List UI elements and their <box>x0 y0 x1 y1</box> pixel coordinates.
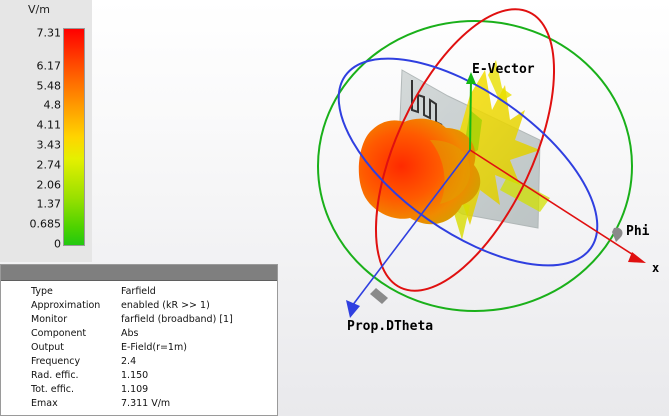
e-vector-label: E-Vector <box>472 62 535 77</box>
info-row-approximation: Approximation enabled (kR >> 1) <box>31 300 210 311</box>
legend-tick-label: 0 <box>54 237 61 251</box>
legend-tick-label: 4.8 <box>43 98 62 112</box>
legend-tick-label: 0.685 <box>29 217 62 231</box>
legend-tick-label: 2.74 <box>36 158 62 172</box>
legend-tick-label: 2.06 <box>36 178 62 192</box>
x-axis-label: x <box>652 261 659 275</box>
info-row-type: Type Farfield <box>31 286 156 297</box>
phi-label: Phi <box>626 224 650 239</box>
e-vector-arrow <box>469 79 472 151</box>
phi-marker-icon <box>612 227 623 242</box>
prop-theta-label: Prop.DTheta <box>347 319 433 334</box>
legend-tick-label: 1.37 <box>36 197 62 211</box>
info-row-monitor: Monitor farfield (broadband) [1] <box>31 314 233 325</box>
color-legend: V/m 7.31 6.17 5.48 4.8 4.11 3.43 2.74 2.06 1.37 0… <box>0 0 92 262</box>
info-row-frequency: Frequency 2.4 <box>31 356 137 367</box>
legend-tick-label: 3.43 <box>36 138 62 152</box>
info-row-output: Output E-Field(r=1m) <box>31 342 187 353</box>
info-rows: Type Farfield Approximation enabled (kR >>… <box>1 281 277 411</box>
info-row-emax: Emax 7.311 V/m <box>31 398 171 409</box>
theta-marker-icon <box>370 288 388 304</box>
legend-tick-label: 5.48 <box>36 79 62 93</box>
info-row-rad-effic: Rad. effic. 1.150 <box>31 370 149 381</box>
legend-tick-label: 4.11 <box>36 118 62 132</box>
prop-direction-arrowhead <box>346 300 360 318</box>
info-panel-header[interactable] <box>1 265 277 281</box>
info-row-component: Component Abs <box>31 328 139 339</box>
legend-tick-label: 7.31 <box>36 26 62 40</box>
legend-color-bar <box>63 28 85 246</box>
legend-unit-label: V/m <box>28 3 50 16</box>
legend-tick-label: 6.17 <box>36 59 62 73</box>
result-info-panel: Type Farfield Approximation enabled (kR >>… <box>0 264 278 416</box>
info-row-tot-effic: Tot. effic. 1.109 <box>31 384 149 395</box>
